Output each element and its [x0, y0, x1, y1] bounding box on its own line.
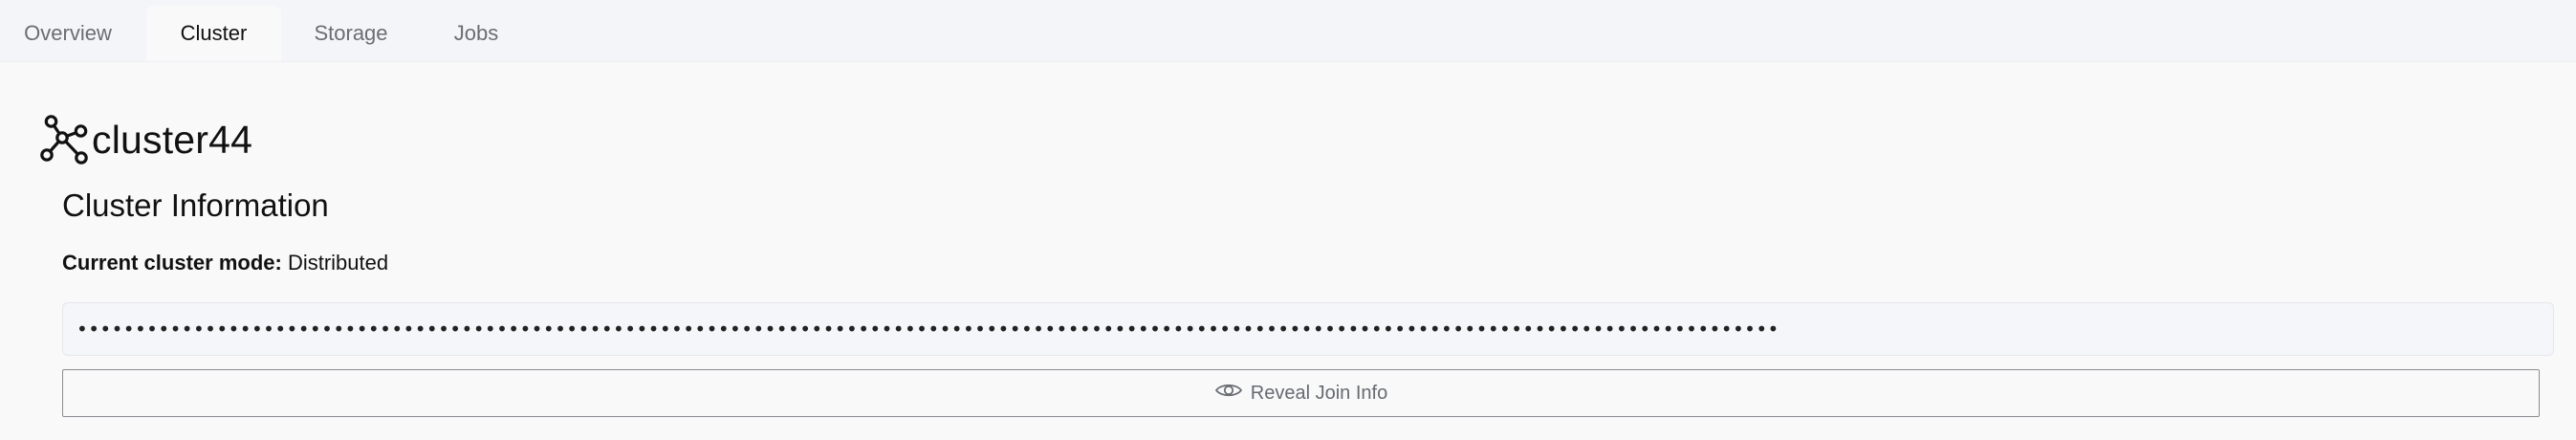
join-info-field[interactable]: ••••••••••••••••••••••••••••••••••••••••…: [62, 302, 2554, 356]
tab-overview[interactable]: Overview: [0, 6, 136, 61]
reveal-button-label: Reveal Join Info: [1250, 382, 1388, 404]
network-nodes-icon: [36, 113, 90, 166]
tab-cluster[interactable]: Cluster: [146, 6, 281, 61]
cluster-header: cluster44: [36, 113, 252, 166]
cluster-mode-value: Distributed: [287, 251, 389, 275]
eye-icon: [1214, 381, 1251, 406]
tab-storage[interactable]: Storage: [287, 6, 415, 61]
reveal-join-info-button[interactable]: Reveal Join Info: [62, 369, 2540, 417]
cluster-name: cluster44: [92, 117, 253, 162]
section-title: Cluster Information: [62, 187, 329, 223]
tab-jobs[interactable]: Jobs: [421, 6, 532, 61]
cluster-mode-label: Current cluster mode:: [62, 251, 282, 275]
tab-bar: Overview Cluster Storage Jobs: [0, 0, 2576, 62]
cluster-mode: Current cluster mode: Distributed: [62, 251, 388, 275]
